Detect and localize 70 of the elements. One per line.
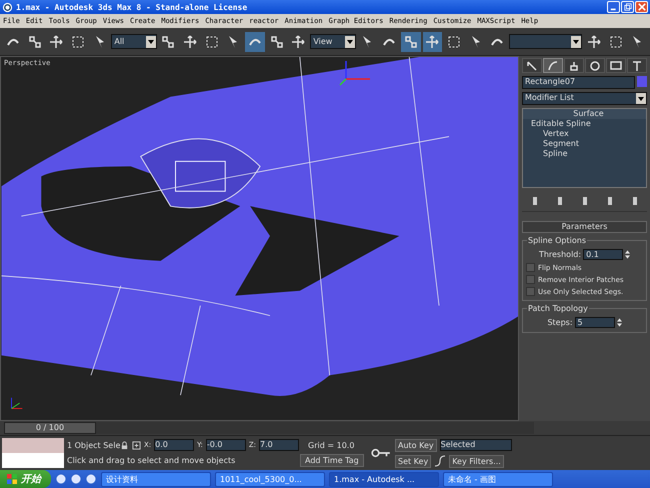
close-icon <box>638 3 646 11</box>
toolbar-button[interactable] <box>422 32 442 52</box>
toolbar-button[interactable] <box>245 32 265 52</box>
spinner-field[interactable]: 5 <box>574 317 615 328</box>
utilities-icon <box>631 60 643 72</box>
stack-item[interactable]: Segment <box>523 139 646 149</box>
taskbar-button[interactable]: 设计资料 <box>101 472 211 486</box>
key-filters-button[interactable]: Key Filters... <box>449 454 504 468</box>
modify-tab[interactable] <box>543 58 563 73</box>
display-tab[interactable] <box>606 58 626 73</box>
close-button[interactable] <box>635 1 648 13</box>
toolbar-dropdown[interactable]: All <box>111 34 157 49</box>
spinner-field[interactable]: 0.1 <box>583 249 624 260</box>
dropdown-value: All <box>113 37 124 46</box>
tangent-curve-icon[interactable] <box>434 455 446 467</box>
group-title: Spline Options <box>527 236 588 245</box>
lock-icon[interactable] <box>120 440 129 450</box>
field-label: Steps: <box>547 318 573 327</box>
rectangle-selection-icon <box>204 34 220 50</box>
add-time-tag-button[interactable]: Add Time Tag <box>300 454 364 467</box>
stack-item[interactable]: Surface <box>523 109 646 119</box>
set-key-button[interactable]: Set Key <box>395 454 432 468</box>
create-tab[interactable] <box>522 58 542 73</box>
create-icon <box>526 60 538 72</box>
coordinate-field[interactable]: -0.0 <box>206 439 246 451</box>
minimize-button[interactable] <box>607 1 620 13</box>
coordinate-field[interactable]: 7.0 <box>259 439 300 451</box>
absolute-mode-icon[interactable] <box>132 440 141 450</box>
spinner-arrows-icon[interactable] <box>625 250 630 259</box>
modify-icon <box>547 60 559 72</box>
toolbar-button[interactable] <box>400 32 421 52</box>
grid-size: Grid = 10.0 <box>308 440 354 450</box>
key-icon[interactable] <box>370 447 392 459</box>
field-label: Threshold: <box>538 250 582 259</box>
windows-flag-icon <box>6 473 18 485</box>
object-name-field[interactable]: Rectangle07 <box>522 76 635 89</box>
object-color-swatch[interactable] <box>637 76 647 87</box>
hierarchy-tab[interactable] <box>564 58 584 73</box>
modifier-list-dropdown[interactable]: Modifier List <box>522 92 647 105</box>
checkbox[interactable] <box>526 275 535 284</box>
restore-button[interactable] <box>621 1 634 13</box>
checkbox[interactable] <box>526 287 535 296</box>
motion-icon <box>589 60 601 72</box>
key-mode-dropdown[interactable]: Selected <box>440 439 512 451</box>
stack-item[interactable]: Vertex <box>523 129 646 139</box>
time-slider-track[interactable]: 0 / 100 <box>4 422 534 434</box>
rollout-header[interactable]: Parameters <box>522 221 647 233</box>
hierarchy-icon <box>568 60 580 72</box>
dropdown-value: View <box>312 37 332 46</box>
stack-item[interactable]: Editable Spline <box>523 119 646 129</box>
stack-item[interactable]: Spline <box>523 149 646 159</box>
motion-tab[interactable] <box>585 58 605 73</box>
time-slider-thumb[interactable]: 0 / 100 <box>4 422 96 434</box>
prompt-text: Click and drag to select and move objects <box>67 456 236 465</box>
group-title: Patch Topology <box>527 304 589 313</box>
display-icon <box>610 60 622 72</box>
window-title: 1.max - Autodesk 3ds Max 8 - Stand-alone License <box>16 2 248 12</box>
coordinate-field[interactable]: 0.0 <box>154 439 194 451</box>
toolbar-dropdown[interactable] <box>509 34 582 49</box>
auto-key-button[interactable]: Auto Key <box>395 438 437 452</box>
taskbar-button[interactable]: 1011_cool_5300_0... <box>215 472 325 486</box>
checkbox[interactable] <box>526 263 535 272</box>
utilities-tab[interactable] <box>627 58 647 73</box>
start-button[interactable]: 开始 <box>0 470 51 488</box>
spinner-arrows-icon[interactable] <box>616 318 622 327</box>
restore-icon <box>624 3 632 11</box>
taskbar-button[interactable]: 1.max - Autodesk ... <box>329 472 439 486</box>
toolbar-dropdown[interactable]: View <box>310 34 356 49</box>
app-logo-icon <box>2 2 13 12</box>
taskbar-button[interactable]: 未命名 - 画图 <box>443 472 553 486</box>
